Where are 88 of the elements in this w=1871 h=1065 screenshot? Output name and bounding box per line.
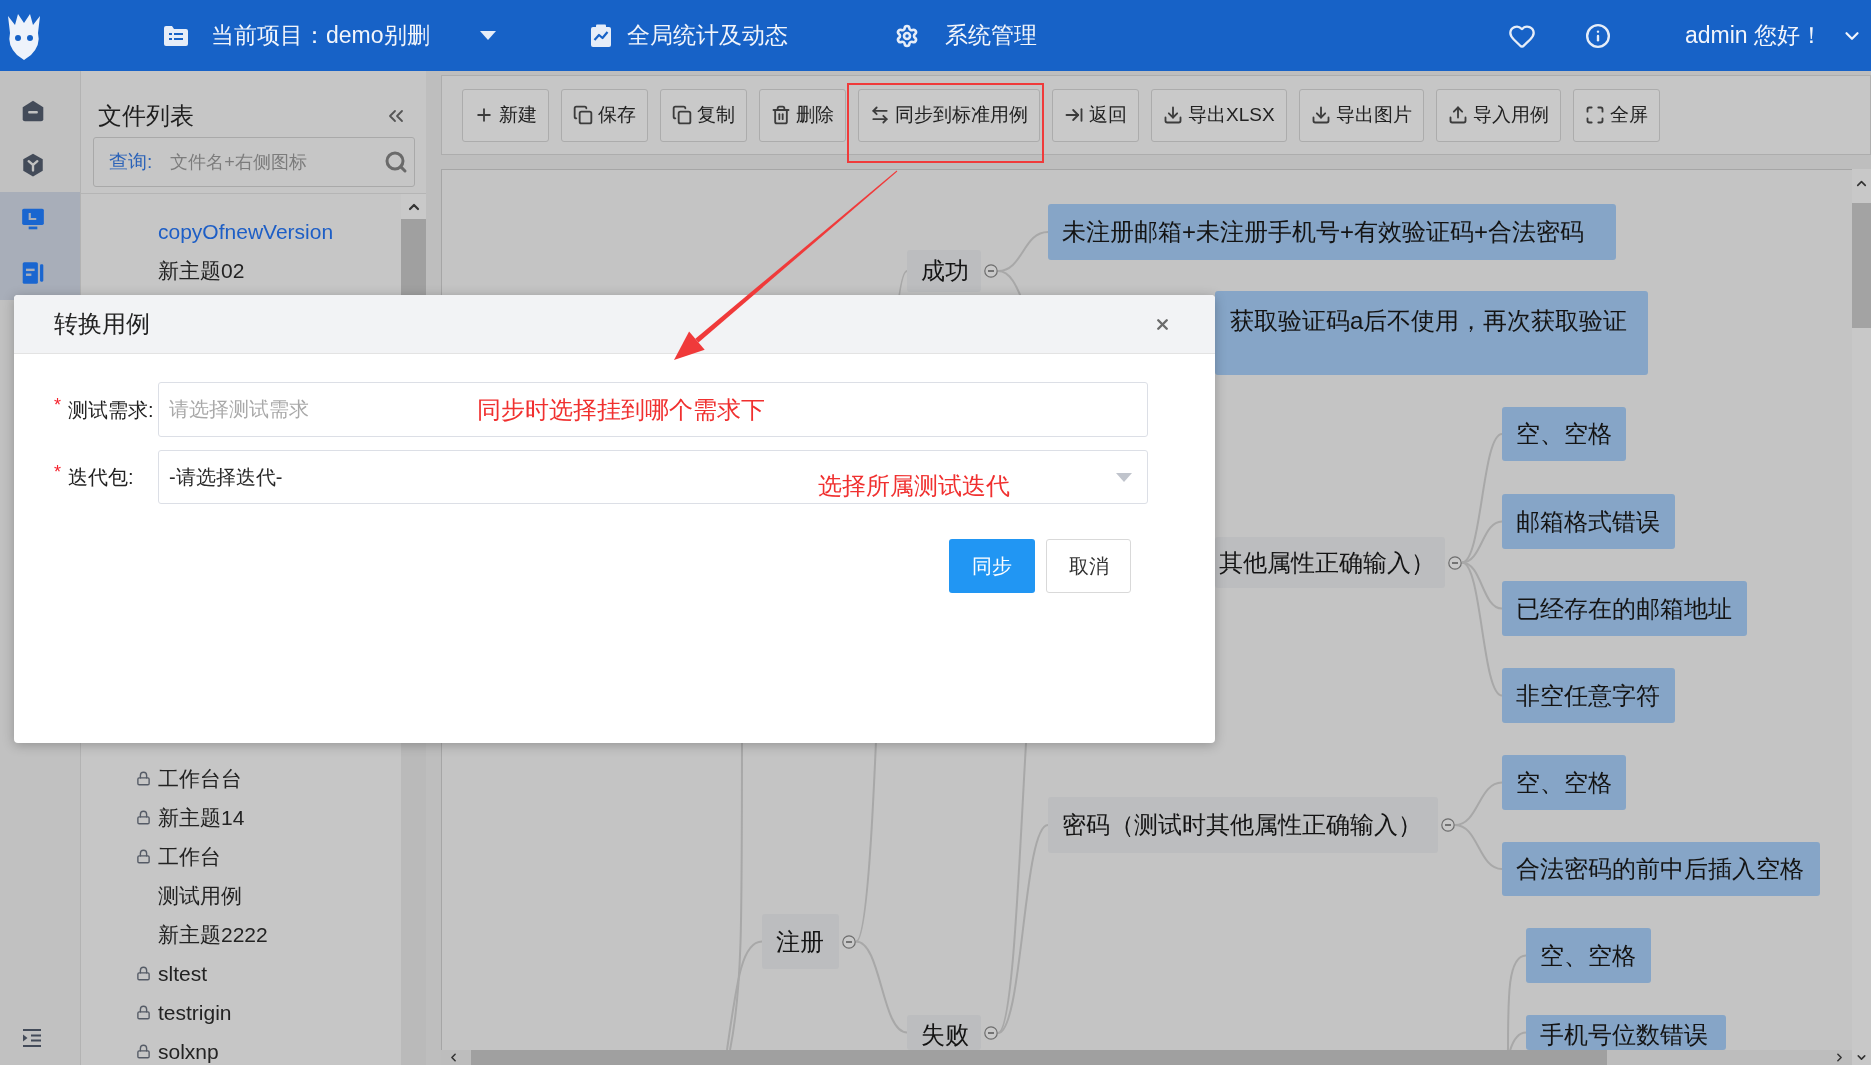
- lock-icon: [136, 1005, 151, 1020]
- toolbar-button[interactable]: 全屏: [1572, 88, 1660, 142]
- toolbar-button[interactable]: 导出图片: [1298, 88, 1424, 142]
- copy-icon: [672, 105, 692, 125]
- nav-menu-item[interactable]: 全局统计及动态: [589, 18, 788, 53]
- branch-topic-node[interactable]: 成功: [907, 250, 981, 292]
- project-selector[interactable]: 当前项目：demo别删: [163, 18, 496, 53]
- file-item[interactable]: 工作台: [136, 843, 221, 870]
- annotation-text: 同步时选择挂到哪个需求下: [477, 396, 765, 424]
- toolbar-button[interactable]: 导入用例: [1435, 88, 1561, 142]
- leaf-topic-node[interactable]: 空、空格: [1502, 755, 1626, 810]
- trash-icon: [771, 105, 791, 125]
- secondary-button[interactable]: 取消: [1046, 539, 1131, 593]
- toolbar-button[interactable]: 返回: [1052, 88, 1139, 142]
- download-icon: [1163, 105, 1183, 125]
- leaf-topic-node[interactable]: 手机号位数错误: [1526, 1015, 1726, 1050]
- leaf-topic-node[interactable]: 空、空格: [1526, 928, 1651, 983]
- minus-circle-icon[interactable]: [1448, 555, 1462, 570]
- lock-icon: [136, 849, 151, 864]
- leaf-topic-node[interactable]: 合法密码的前中后插入空格: [1502, 842, 1820, 896]
- monitor-icon: [20, 206, 46, 232]
- file-item[interactable]: copyOfnewVersion: [158, 218, 334, 245]
- minus-circle-icon[interactable]: [984, 1026, 998, 1040]
- leaf-topic-node[interactable]: 邮箱格式错误: [1502, 494, 1675, 549]
- fullscreen-icon: [1584, 105, 1605, 125]
- search-label: 查询:: [109, 149, 153, 174]
- annotation-text: 选择所属测试迭代: [818, 472, 1010, 500]
- lock-icon: [136, 1044, 151, 1059]
- nav-menu-item[interactable]: 系统管理: [894, 18, 1037, 53]
- hexagon-icon: [20, 152, 46, 178]
- dialog-title: 转换用例: [54, 309, 150, 339]
- toolbar-button[interactable]: 导出XLSX: [1151, 88, 1287, 142]
- file-item[interactable]: 新主题2222: [158, 921, 268, 948]
- search-icon[interactable]: [384, 150, 408, 174]
- minus-circle-icon[interactable]: [984, 264, 998, 278]
- lock-icon: [136, 966, 151, 981]
- required-mark: *: [54, 462, 61, 482]
- branch-topic-node[interactable]: 失败: [907, 1015, 981, 1050]
- file-item[interactable]: sltest: [136, 960, 207, 987]
- search-input[interactable]: 文件名+右侧图标: [170, 148, 384, 176]
- arrow-to-line-icon: [1064, 105, 1084, 125]
- scrollbar[interactable]: [1852, 169, 1871, 1050]
- branch-topic-node[interactable]: 注册: [762, 914, 839, 969]
- file-item[interactable]: solxnp: [136, 1038, 219, 1065]
- clipboard-chart-icon: [589, 23, 612, 48]
- minus-circle-icon[interactable]: [1441, 818, 1455, 832]
- folder-list-icon: [163, 24, 189, 47]
- leaf-topic-node[interactable]: 未注册邮箱+未注册手机号+有效验证码+合法密码: [1048, 204, 1616, 260]
- toolbar-button[interactable]: 保存: [561, 88, 648, 142]
- scrollbar-thumb[interactable]: [1852, 203, 1871, 328]
- scroll-up-button[interactable]: [401, 194, 426, 219]
- field-label: 测试需求:: [68, 397, 155, 423]
- stacked-squares-icon: [573, 105, 593, 125]
- leaf-topic-node[interactable]: 获取验证码a后不使用，再次获取验证: [1215, 291, 1648, 375]
- toolbar-button[interactable]: 删除: [759, 88, 846, 142]
- lock-icon: [136, 810, 151, 825]
- house-icon: [20, 98, 46, 124]
- required-mark: *: [54, 394, 61, 415]
- document-icon: [20, 260, 46, 286]
- download-icon: [1310, 105, 1331, 125]
- file-item[interactable]: 新主题02: [158, 257, 245, 284]
- file-item[interactable]: 工作台台: [136, 765, 242, 792]
- swap-arrows-icon: [870, 105, 890, 125]
- caret-down-icon: [1116, 472, 1132, 482]
- branch-topic-node[interactable]: 密码（测试时其他属性正确输入）: [1048, 797, 1438, 853]
- branch-topic-node[interactable]: 其他属性正确输入）: [1215, 537, 1445, 588]
- user-menu[interactable]: admin 您好！: [1684, 18, 1863, 53]
- settings-icon: [894, 23, 919, 48]
- panel-title: 文件列表: [98, 101, 194, 131]
- toolbar-button[interactable]: 同步到标准用例: [858, 88, 1040, 142]
- lock-icon: [136, 771, 151, 786]
- file-item[interactable]: 新主题14: [136, 804, 245, 831]
- upload-icon: [1447, 105, 1468, 125]
- minus-circle-icon[interactable]: [842, 934, 856, 949]
- file-item[interactable]: 测试用例: [158, 882, 242, 909]
- file-item[interactable]: testrigin: [136, 999, 232, 1026]
- field-label: 迭代包:: [68, 465, 135, 490]
- scrollbar-thumb[interactable]: [471, 1050, 1607, 1065]
- plus-icon: [474, 105, 494, 125]
- caret-down-icon: [479, 31, 496, 40]
- toolbar-button[interactable]: 新建: [462, 88, 549, 142]
- leaf-topic-node[interactable]: 空、空格: [1502, 407, 1626, 461]
- leaf-topic-node[interactable]: 非空任意字符: [1502, 668, 1675, 723]
- info-icon[interactable]: [1584, 22, 1611, 49]
- leaf-topic-node[interactable]: 已经存在的邮箱地址: [1502, 581, 1747, 636]
- toolbar-button[interactable]: 复制: [660, 88, 747, 142]
- rail-nav-button[interactable]: [0, 192, 80, 246]
- connector-line: [1454, 824, 1503, 870]
